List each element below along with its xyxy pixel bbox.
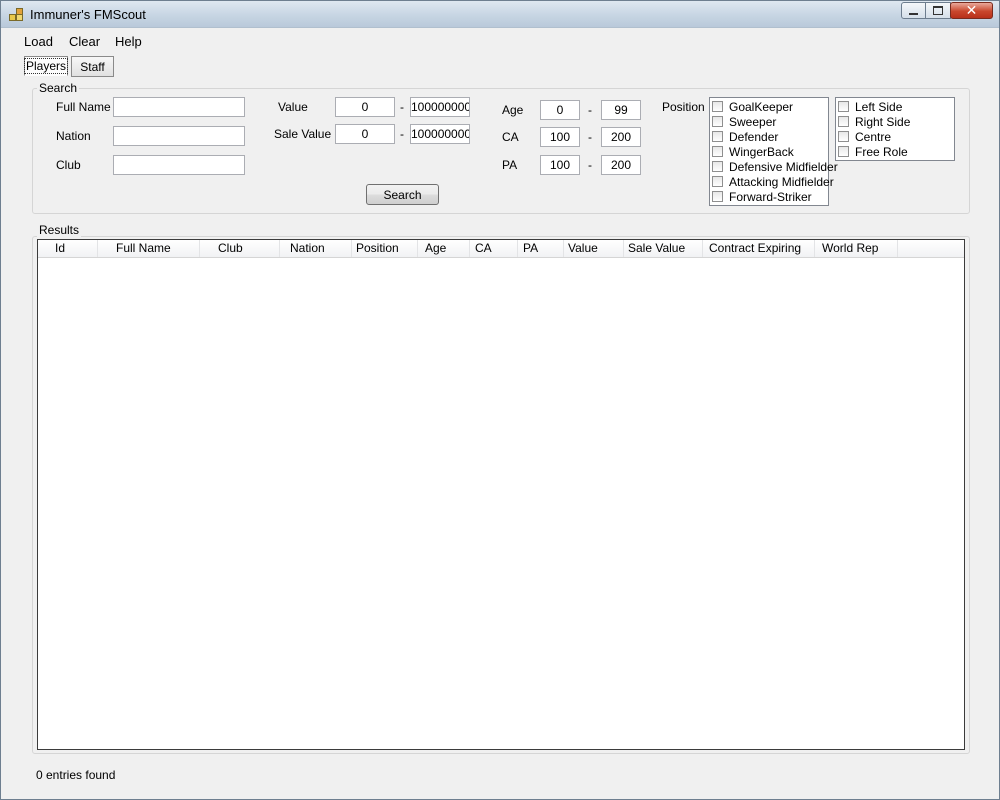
checkbox[interactable]: [712, 101, 723, 112]
close-icon: ✕: [965, 2, 978, 19]
checkbox[interactable]: [838, 131, 849, 142]
club-input[interactable]: [113, 155, 245, 175]
ca-max-input[interactable]: [601, 127, 641, 147]
tab-players-label: Players: [23, 58, 69, 74]
value-max-input[interactable]: [410, 97, 470, 117]
side-option-label: Free Role: [855, 144, 908, 159]
age-range-dash: -: [588, 103, 592, 117]
nation-input[interactable]: [113, 126, 245, 146]
checkbox[interactable]: [712, 161, 723, 172]
results-list[interactable]: Id Full Name Club Nation Position Age CA PA Valu…: [37, 239, 965, 750]
full-name-label: Full Name: [56, 100, 111, 114]
checkbox[interactable]: [838, 116, 849, 127]
menu-load[interactable]: Load: [21, 33, 56, 50]
minimize-button[interactable]: [901, 2, 926, 19]
nation-label: Nation: [56, 129, 91, 143]
app-window: Immuner's FMScout ✕ Load Clear Help Play…: [0, 0, 1000, 800]
position-option[interactable]: Defensive Midfielder: [712, 159, 838, 174]
results-legend: Results: [37, 223, 82, 237]
column-header[interactable]: World Rep: [815, 240, 898, 257]
column-header[interactable]: Value: [564, 240, 624, 257]
position-option[interactable]: Forward-Striker: [712, 189, 812, 204]
column-header[interactable]: Id: [38, 240, 98, 257]
status-text: 0 entries found: [36, 768, 116, 782]
pa-range-dash: -: [588, 158, 592, 172]
pa-label: PA: [502, 158, 518, 172]
ca-label: CA: [502, 130, 519, 144]
age-max-input[interactable]: [601, 100, 641, 120]
position-option[interactable]: Defender: [712, 129, 778, 144]
ca-range-dash: -: [588, 130, 592, 144]
column-header[interactable]: Nation: [280, 240, 352, 257]
position-option[interactable]: Sweeper: [712, 114, 776, 129]
club-label: Club: [56, 158, 81, 172]
age-label: Age: [502, 103, 524, 117]
side-option[interactable]: Free Role: [838, 144, 908, 159]
search-button[interactable]: Search: [366, 184, 439, 205]
checkbox[interactable]: [838, 101, 849, 112]
column-header[interactable]: Age: [418, 240, 470, 257]
close-button[interactable]: ✕: [950, 2, 993, 19]
age-min-input[interactable]: [540, 100, 580, 120]
column-header[interactable]: Position: [352, 240, 418, 257]
column-header[interactable]: Full Name: [98, 240, 200, 257]
side-option-label: Left Side: [855, 99, 903, 114]
title-bar[interactable]: Immuner's FMScout ✕: [1, 1, 999, 28]
value-min-input[interactable]: [335, 97, 395, 117]
results-header: Id Full Name Club Nation Position Age CA PA Valu…: [38, 240, 964, 258]
column-header[interactable]: Sale Value: [624, 240, 703, 257]
position-option-label: Sweeper: [729, 114, 777, 129]
window-title: Immuner's FMScout: [30, 7, 146, 22]
column-header[interactable]: Club: [200, 240, 280, 257]
checkbox[interactable]: [712, 191, 723, 202]
position-option-label: WingerBack: [729, 144, 794, 159]
menu-clear[interactable]: Clear: [66, 33, 103, 50]
sale-value-max-input[interactable]: [410, 124, 470, 144]
tab-players[interactable]: Players: [23, 56, 69, 76]
menu-help[interactable]: Help: [112, 33, 145, 50]
checkbox[interactable]: [712, 146, 723, 157]
position-option[interactable]: GoalKeeper: [712, 99, 793, 114]
pa-min-input[interactable]: [540, 155, 580, 175]
ca-min-input[interactable]: [540, 127, 580, 147]
sale-value-min-input[interactable]: [335, 124, 395, 144]
position-option[interactable]: WingerBack: [712, 144, 794, 159]
position-option-label: GoalKeeper: [729, 99, 794, 114]
position-option-label: Attacking Midfielder: [729, 174, 834, 189]
column-header[interactable]: PA: [518, 240, 564, 257]
tab-staff[interactable]: Staff: [71, 56, 114, 77]
side-option-label: Right Side: [855, 114, 911, 129]
app-icon: [9, 8, 23, 21]
value-label: Value: [278, 100, 308, 114]
maximize-icon: [933, 6, 943, 15]
value-range-dash: -: [400, 100, 404, 114]
checkbox[interactable]: [838, 146, 849, 157]
sale-value-label: Sale Value: [274, 127, 332, 141]
sale-value-range-dash: -: [400, 127, 404, 141]
checkbox[interactable]: [712, 131, 723, 142]
pa-max-input[interactable]: [601, 155, 641, 175]
side-option[interactable]: Right Side: [838, 114, 910, 129]
position-option-label: Defensive Midfielder: [729, 159, 838, 174]
checkbox[interactable]: [712, 176, 723, 187]
column-header[interactable]: CA: [470, 240, 518, 257]
side-option-label: Centre: [855, 129, 892, 144]
side-option[interactable]: Centre: [838, 129, 891, 144]
position-option-label: Forward-Striker: [729, 189, 812, 204]
position-option-label: Defender: [729, 129, 779, 144]
maximize-button[interactable]: [925, 2, 951, 19]
position-label: Position: [662, 100, 705, 114]
side-option[interactable]: Left Side: [838, 99, 902, 114]
full-name-input[interactable]: [113, 97, 245, 117]
search-legend: Search: [37, 81, 80, 95]
tab-staff-label: Staff: [80, 59, 105, 74]
column-header[interactable]: Contract Expiring: [703, 240, 815, 257]
checkbox[interactable]: [712, 116, 723, 127]
side-checklist[interactable]: Left Side Right Side Centre Free Role: [835, 97, 955, 161]
position-option[interactable]: Attacking Midfielder: [712, 174, 834, 189]
position-checklist[interactable]: GoalKeeper Sweeper Defender WingerBack Defen…: [709, 97, 838, 206]
minimize-icon: [909, 12, 918, 15]
